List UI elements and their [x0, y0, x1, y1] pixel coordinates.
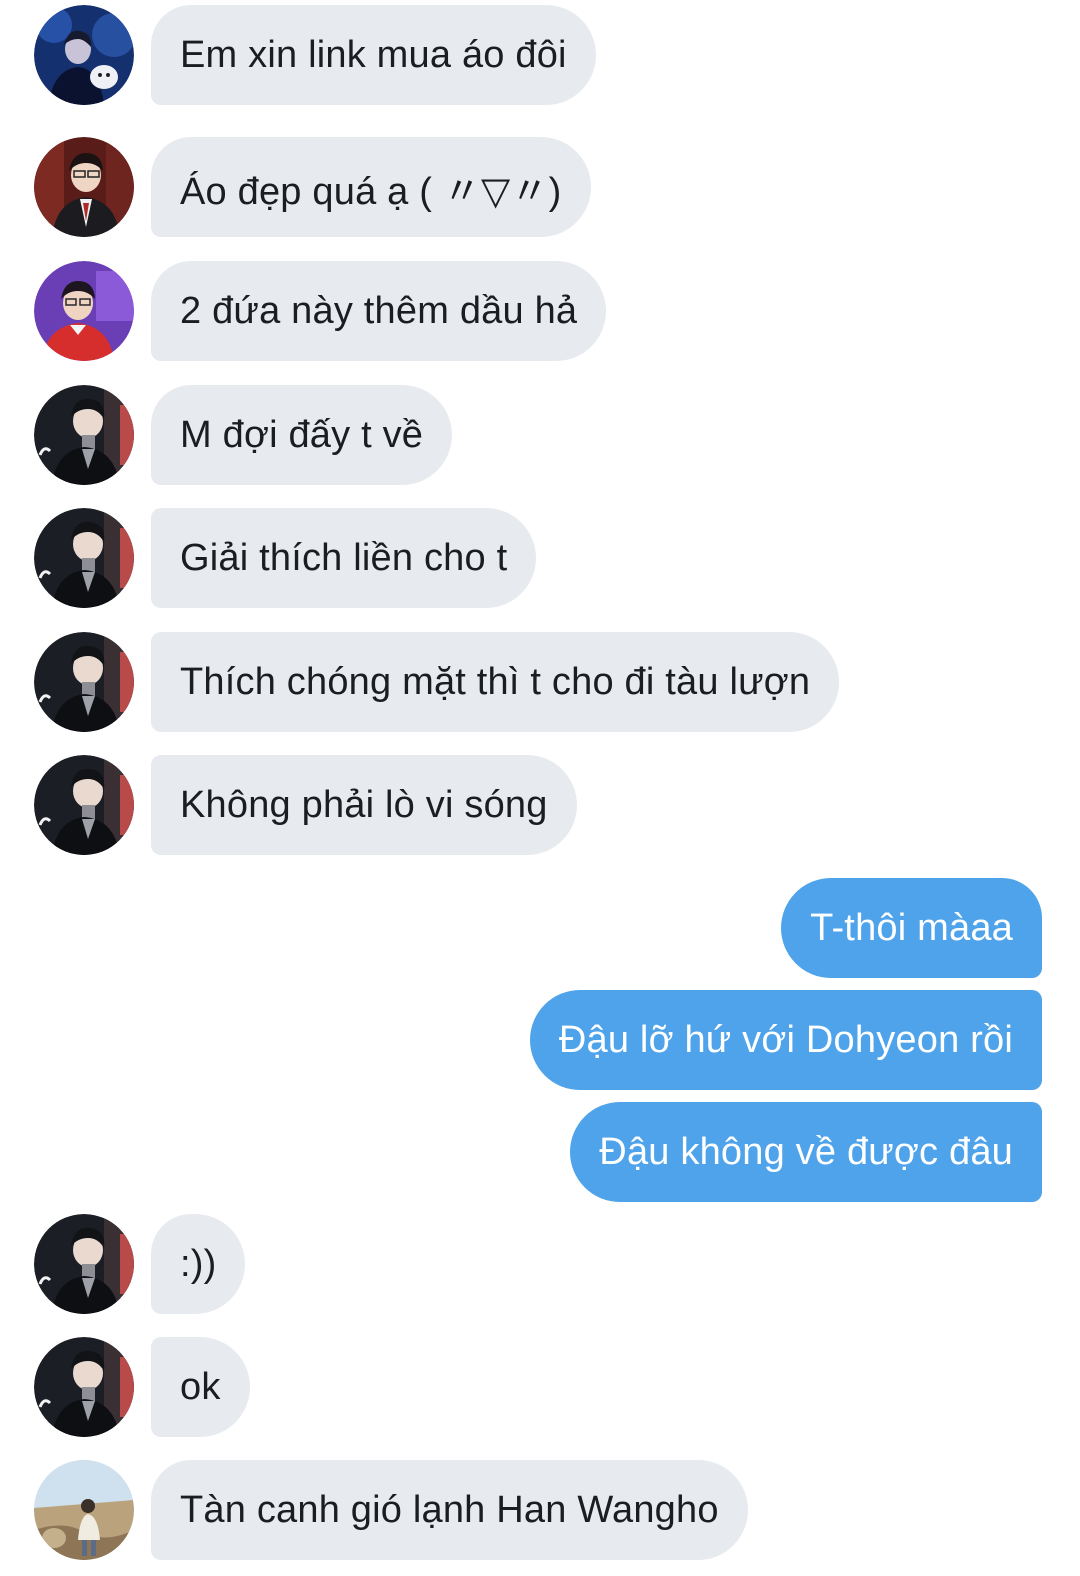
avatar[interactable] [34, 755, 134, 855]
avatar[interactable] [34, 632, 134, 732]
incoming-message-bubble[interactable]: 2 đứa này thêm dầu hả [151, 261, 607, 361]
avatar[interactable] [34, 1214, 134, 1314]
avatar[interactable] [34, 261, 134, 361]
avatar[interactable] [34, 5, 134, 105]
avatar-image [34, 385, 134, 485]
avatar[interactable] [34, 385, 134, 485]
avatar[interactable] [34, 508, 134, 608]
incoming-message-bubble[interactable]: :)) [151, 1214, 246, 1314]
incoming-message-bubble[interactable]: Tàn canh gió lạnh Han Wangho [151, 1460, 748, 1560]
outgoing-message-bubble[interactable]: T-thôi màaa [781, 878, 1042, 978]
avatar-image [34, 755, 134, 855]
outgoing-message-bubble[interactable]: Đậu không về được đâu [570, 1102, 1042, 1202]
incoming-message-bubble[interactable]: Giải thích liền cho t [151, 508, 537, 608]
outgoing-message-bubble[interactable]: Đậu lỡ hứ với Dohyeon rồi [529, 990, 1042, 1090]
avatar-image [34, 1214, 134, 1314]
avatar[interactable] [34, 137, 134, 237]
avatar[interactable] [34, 1337, 134, 1437]
incoming-message-bubble[interactable]: M đợi đấy t về [151, 385, 453, 485]
avatar-image [34, 5, 134, 105]
avatar-image [34, 508, 134, 608]
avatar-image [34, 632, 134, 732]
avatar-image [34, 1337, 134, 1437]
incoming-message-bubble[interactable]: Em xin link mua áo đôi [151, 5, 596, 105]
avatar-image [34, 261, 134, 361]
avatar-image [34, 137, 134, 237]
incoming-message-bubble[interactable]: ok [151, 1337, 250, 1437]
incoming-message-bubble[interactable]: Áo đẹp quá ạ ( 〃▽〃) [151, 137, 591, 237]
incoming-message-bubble[interactable]: Không phải lò vi sóng [151, 755, 577, 855]
incoming-message-bubble[interactable]: Thích chóng mặt thì t cho đi tàu lượn [151, 632, 840, 732]
avatar[interactable] [34, 1460, 134, 1560]
avatar-image [34, 1460, 134, 1560]
